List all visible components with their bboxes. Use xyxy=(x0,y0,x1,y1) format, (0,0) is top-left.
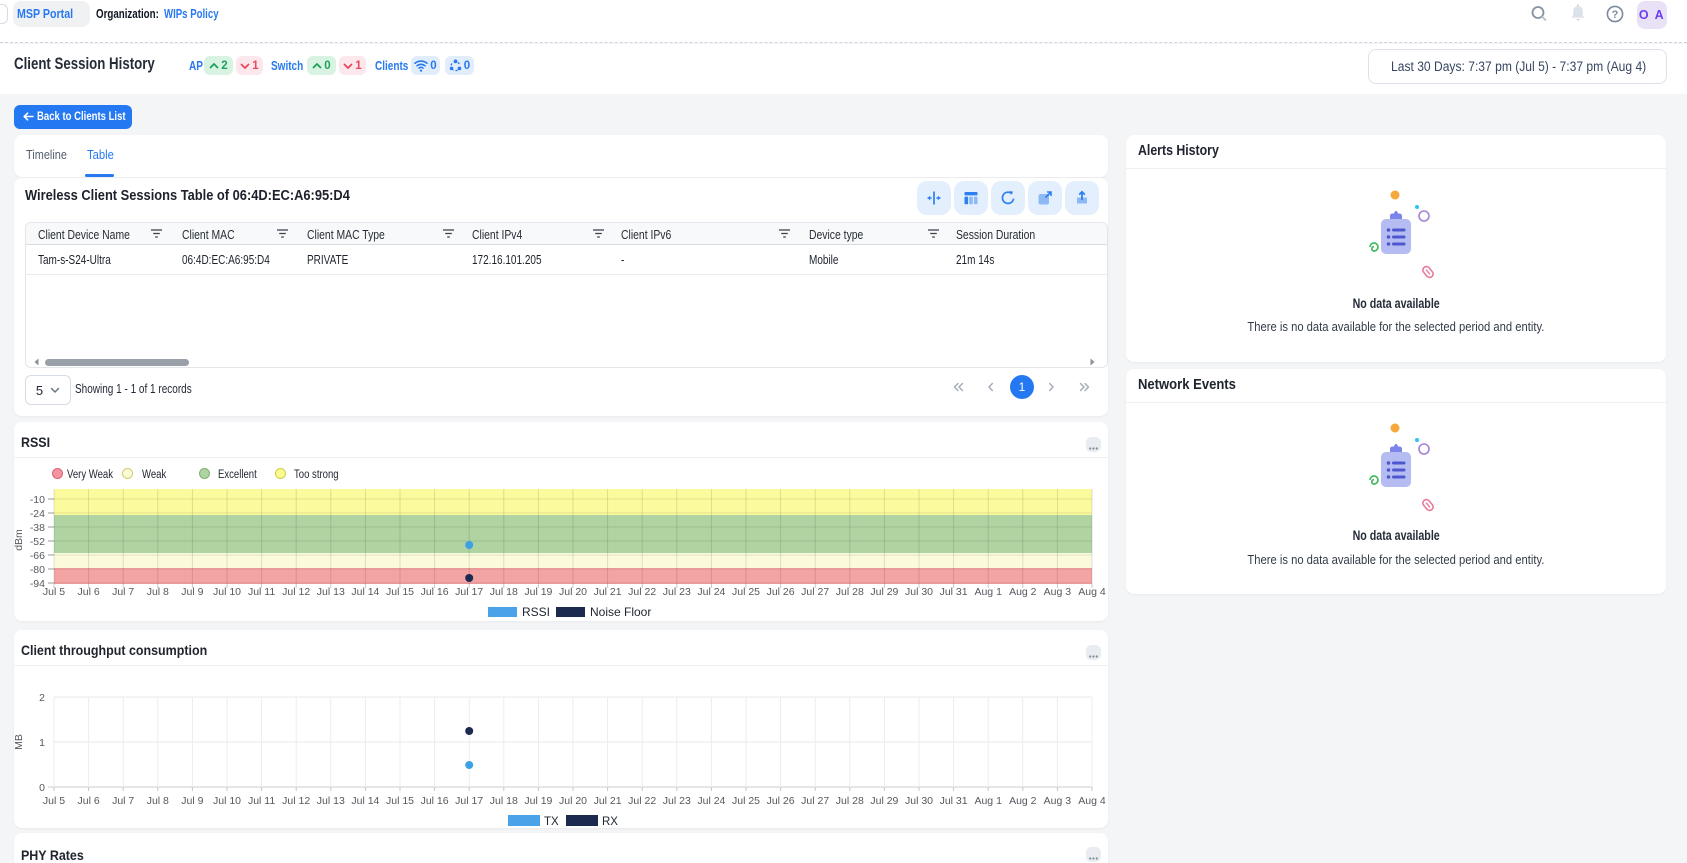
svg-text:Jul 11: Jul 11 xyxy=(248,795,275,807)
svg-text:Jul 31: Jul 31 xyxy=(940,795,968,807)
svg-text:Jul 14: Jul 14 xyxy=(351,795,379,807)
svg-text:Aug 3: Aug 3 xyxy=(1044,795,1072,807)
svg-text:Jul 8: Jul 8 xyxy=(147,795,169,807)
svg-text:Jul 11: Jul 11 xyxy=(248,586,275,598)
svg-text:Jul 22: Jul 22 xyxy=(628,586,656,598)
svg-text:Jul 29: Jul 29 xyxy=(870,586,898,598)
svg-text:Jul 15: Jul 15 xyxy=(386,795,414,807)
svg-text:Jul 23: Jul 23 xyxy=(663,586,691,598)
svg-text:Jul 25: Jul 25 xyxy=(732,795,760,807)
svg-text:Jul 10: Jul 10 xyxy=(213,586,241,598)
svg-text:Jul 20: Jul 20 xyxy=(559,795,587,807)
svg-text:Jul 21: Jul 21 xyxy=(594,586,622,598)
svg-text:Aug 2: Aug 2 xyxy=(1009,795,1037,807)
svg-text:1: 1 xyxy=(39,737,45,749)
svg-text:Jul 18: Jul 18 xyxy=(490,586,518,598)
svg-text:Jul 19: Jul 19 xyxy=(524,586,552,598)
svg-text:-66: -66 xyxy=(30,550,45,562)
svg-text:0: 0 xyxy=(39,782,45,794)
svg-text:Jul 17: Jul 17 xyxy=(455,586,483,598)
svg-text:Jul 26: Jul 26 xyxy=(767,795,795,807)
svg-text:Jul 24: Jul 24 xyxy=(697,795,725,807)
svg-text:Jul 18: Jul 18 xyxy=(490,795,518,807)
svg-text:?: ? xyxy=(1612,9,1619,21)
svg-text:-10: -10 xyxy=(30,494,45,506)
svg-text:Jul 14: Jul 14 xyxy=(351,586,379,598)
svg-text:Jul 20: Jul 20 xyxy=(559,586,587,598)
svg-text:Jul 24: Jul 24 xyxy=(697,586,725,598)
svg-text:Jul 12: Jul 12 xyxy=(282,586,310,598)
svg-text:Aug 4: Aug 4 xyxy=(1078,586,1106,598)
svg-text:Jul 7: Jul 7 xyxy=(112,795,134,807)
svg-text:Jul 16: Jul 16 xyxy=(421,586,449,598)
svg-text:-24: -24 xyxy=(30,508,45,520)
svg-text:Jul 6: Jul 6 xyxy=(78,795,100,807)
svg-text:RSSI: RSSI xyxy=(522,605,550,619)
svg-text:Jul 9: Jul 9 xyxy=(181,795,203,807)
svg-text:Jul 8: Jul 8 xyxy=(147,586,169,598)
svg-text:Jul 7: Jul 7 xyxy=(112,586,134,598)
svg-text:Jul 26: Jul 26 xyxy=(767,586,795,598)
svg-text:Jul 25: Jul 25 xyxy=(732,586,760,598)
svg-text:Aug 2: Aug 2 xyxy=(1009,586,1037,598)
svg-text:TX: TX xyxy=(544,816,559,828)
svg-text:Jul 29: Jul 29 xyxy=(870,795,898,807)
svg-text:Jul 28: Jul 28 xyxy=(836,586,864,598)
svg-text:-38: -38 xyxy=(30,522,45,534)
svg-text:-80: -80 xyxy=(30,564,45,576)
svg-text:Jul 30: Jul 30 xyxy=(905,795,933,807)
svg-text:-52: -52 xyxy=(30,536,45,548)
svg-text:Jul 27: Jul 27 xyxy=(801,586,829,598)
svg-text:Jul 30: Jul 30 xyxy=(905,586,933,598)
svg-text:Jul 9: Jul 9 xyxy=(181,586,203,598)
svg-text:Jul 17: Jul 17 xyxy=(455,795,483,807)
svg-text:Jul 13: Jul 13 xyxy=(317,586,345,598)
svg-text:Jul 6: Jul 6 xyxy=(78,586,100,598)
svg-text:Jul 27: Jul 27 xyxy=(801,795,829,807)
svg-text:2: 2 xyxy=(39,692,45,704)
svg-text:Jul 5: Jul 5 xyxy=(43,586,65,598)
svg-text:Jul 22: Jul 22 xyxy=(628,795,656,807)
svg-text:Aug 4: Aug 4 xyxy=(1078,795,1106,807)
svg-text:Jul 15: Jul 15 xyxy=(386,586,414,598)
svg-text:Jul 5: Jul 5 xyxy=(43,795,65,807)
svg-text:Jul 19: Jul 19 xyxy=(524,795,552,807)
svg-text:Jul 10: Jul 10 xyxy=(213,795,241,807)
svg-text:Jul 23: Jul 23 xyxy=(663,795,691,807)
svg-text:dBm: dBm xyxy=(14,529,25,551)
svg-text:Jul 12: Jul 12 xyxy=(282,795,310,807)
svg-text:Aug 3: Aug 3 xyxy=(1044,586,1072,598)
svg-text:Noise Floor: Noise Floor xyxy=(590,605,651,619)
svg-text:MB: MB xyxy=(14,734,25,750)
svg-text:Jul 21: Jul 21 xyxy=(594,795,622,807)
svg-text:Jul 16: Jul 16 xyxy=(421,795,449,807)
svg-text:Jul 28: Jul 28 xyxy=(836,795,864,807)
svg-text:RX: RX xyxy=(602,816,618,828)
svg-text:Aug 1: Aug 1 xyxy=(974,795,1002,807)
svg-text:Jul 31: Jul 31 xyxy=(940,586,968,598)
svg-text:Jul 13: Jul 13 xyxy=(317,795,345,807)
svg-text:Aug 1: Aug 1 xyxy=(974,586,1002,598)
